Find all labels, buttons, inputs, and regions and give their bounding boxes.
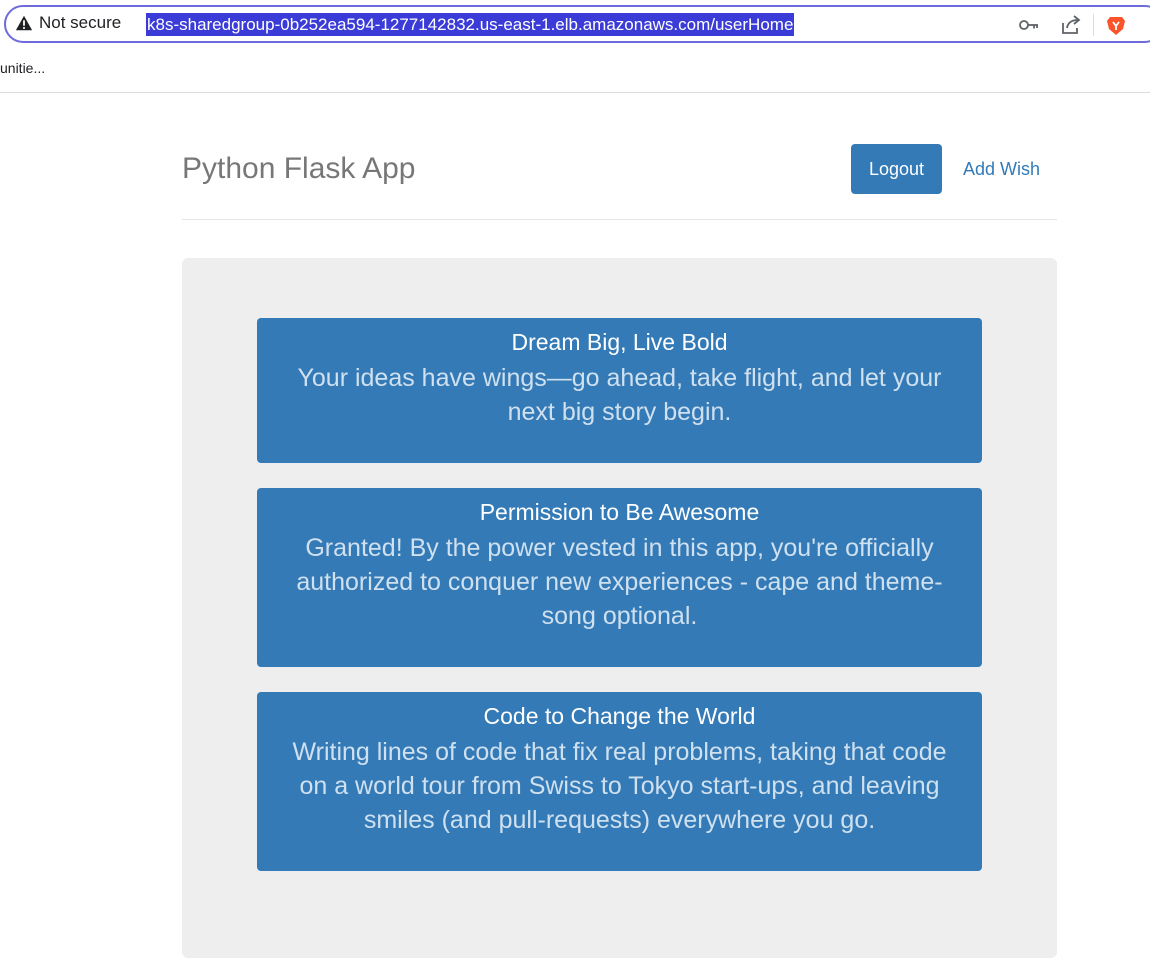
bookmarks-bar: unitie...: [0, 52, 1150, 93]
logout-button[interactable]: Logout: [851, 144, 942, 194]
bookmark-item[interactable]: unitie...: [0, 60, 45, 76]
wish-title: Dream Big, Live Bold: [511, 329, 728, 355]
share-icon[interactable]: [1060, 14, 1082, 36]
brave-icon[interactable]: [1105, 14, 1127, 36]
wish-title: Code to Change the World: [483, 703, 756, 729]
wish-description: Writing lines of code that fix real prob…: [292, 738, 947, 834]
wish-list-panel: Dream Big, Live Bold Your ideas have win…: [182, 258, 1057, 958]
key-icon[interactable]: [1018, 14, 1040, 36]
wish-card[interactable]: Permission to Be Awesome Granted! By the…: [257, 488, 982, 667]
toolbar-divider: [1093, 14, 1094, 36]
app-title: Python Flask App: [182, 152, 416, 185]
add-wish-link[interactable]: Add Wish: [963, 159, 1040, 180]
wish-title: Permission to Be Awesome: [479, 499, 760, 525]
security-label: Not secure: [39, 13, 122, 32]
wish-description: Granted! By the power vested in this app…: [296, 534, 943, 630]
wish-description: Your ideas have wings—go ahead, take fli…: [297, 364, 942, 426]
browser-toolbar: Not secure k8s-sharedgroup-0b252ea594-12…: [0, 0, 1150, 52]
security-indicator[interactable]: Not secure: [15, 13, 121, 33]
url-text[interactable]: k8s-sharedgroup-0b252ea594-1277142832.us…: [146, 13, 795, 36]
wish-card[interactable]: Dream Big, Live Bold Your ideas have win…: [257, 318, 982, 463]
page-header: Python Flask App Logout Add Wish: [182, 126, 1057, 220]
warning-icon: [15, 15, 33, 31]
wish-card[interactable]: Code to Change the World Writing lines o…: [257, 692, 982, 871]
